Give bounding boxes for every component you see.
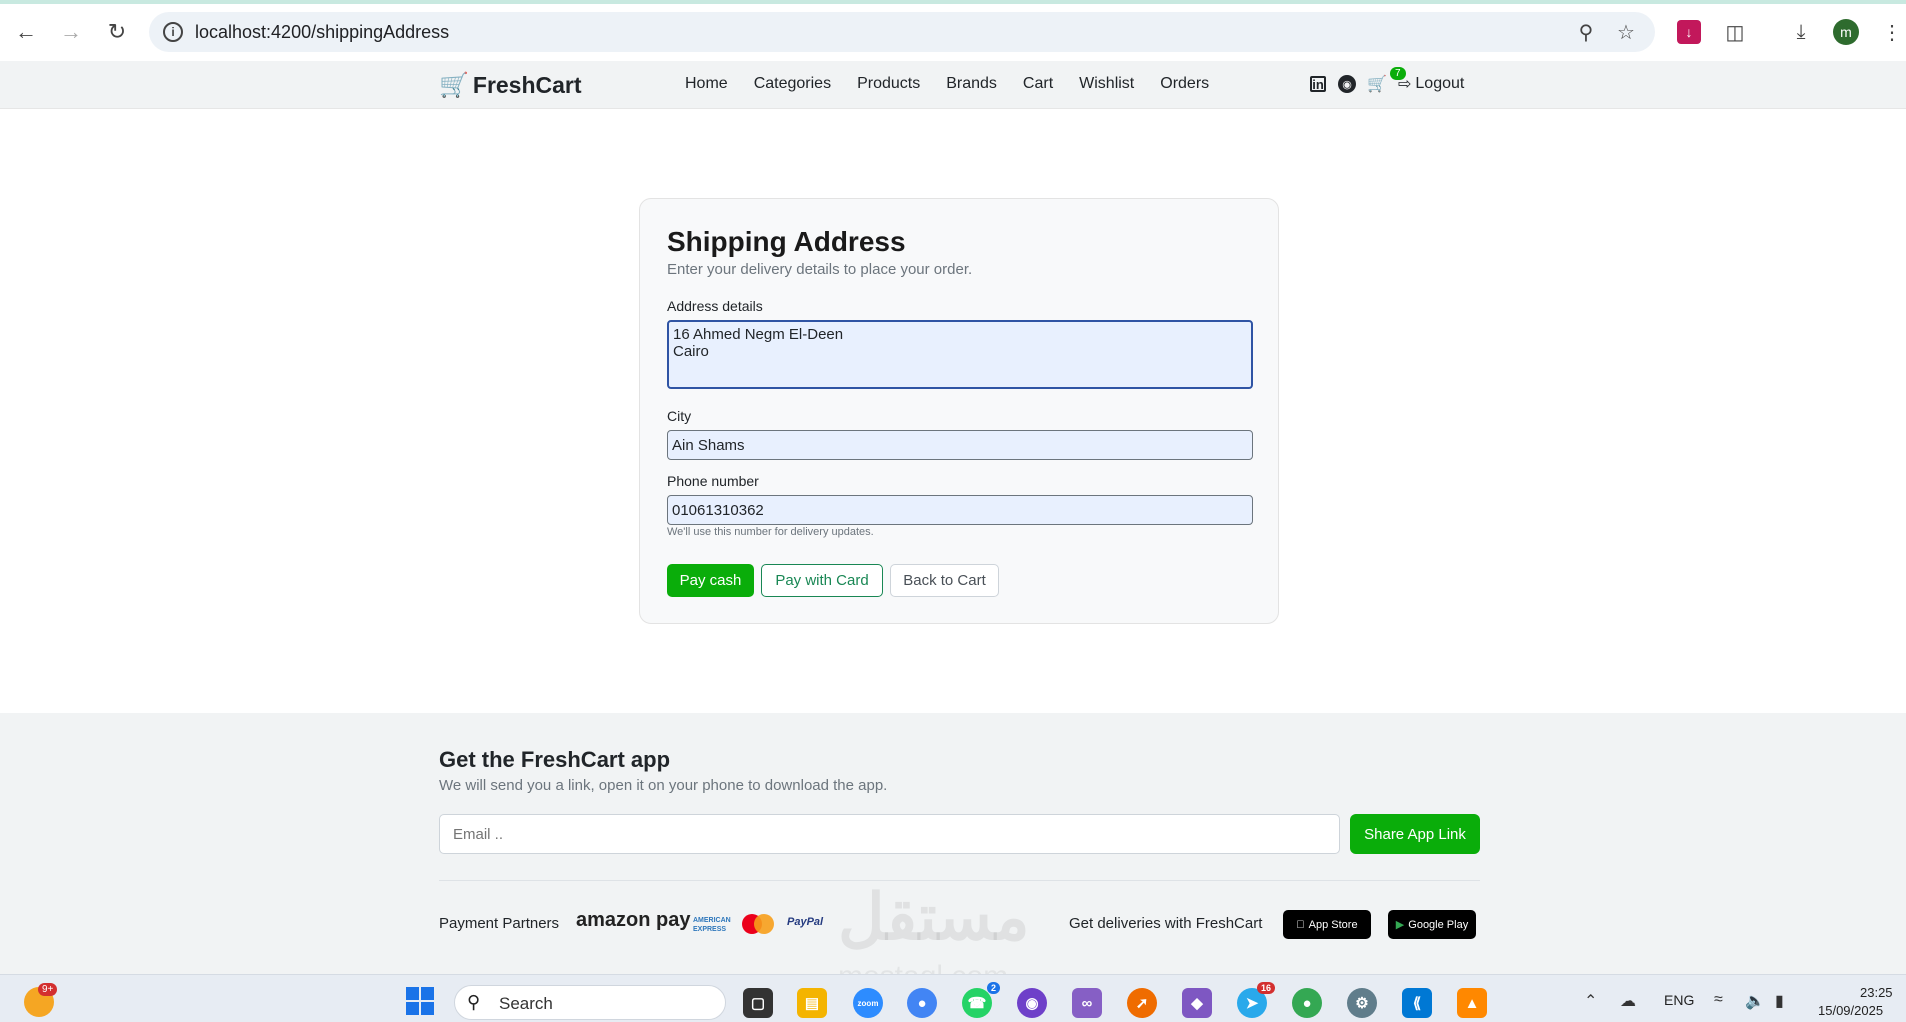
whatsapp-badge: 2 [986, 982, 1000, 994]
tab-strip-edge [0, 0, 1906, 4]
onedrive-icon[interactable]: ☁ [1620, 991, 1636, 1011]
shipping-address-card: Shipping Address Enter your delivery det… [639, 198, 1279, 624]
file-explorer-icon[interactable]: ▤ [797, 988, 827, 1018]
profile-avatar[interactable]: m [1833, 19, 1859, 45]
logout-label: Logout [1415, 75, 1465, 92]
github-desktop-icon[interactable]: ◉ [1017, 988, 1047, 1018]
play-icon: ▶ [1395, 919, 1405, 931]
search-icon: ⚲ [467, 992, 481, 1012]
downloads-icon[interactable]: ⤓ [1789, 20, 1813, 44]
reload-icon[interactable]: ↻ [103, 18, 131, 46]
browser-chrome: ← → ↻ i localhost:4200/shippingAddress ⚲… [0, 0, 1906, 61]
telegram-icon[interactable]: ➤ 16 [1237, 982, 1275, 1018]
app-navbar: 🛒 FreshCart Home Categories Products Bra… [0, 61, 1906, 109]
nav-link-home[interactable]: Home [685, 75, 728, 93]
brand-name: FreshCart [472, 72, 582, 98]
nav-link-categories[interactable]: Categories [754, 75, 831, 93]
whatsapp-icon[interactable]: ☎ 2 [962, 982, 1000, 1018]
amazon-pay-logo: amazon pay [576, 909, 691, 931]
watermark: مستقل [838, 881, 1030, 953]
zoom-app-icon[interactable]: zoom [853, 988, 883, 1018]
telegram-badge: 16 [1256, 982, 1275, 994]
footer-subtitle: We will send you a link, open it on your… [439, 777, 888, 794]
back-to-cart-button[interactable]: Back to Cart [890, 564, 999, 597]
menu-dots-icon[interactable]: ⋮ [1880, 20, 1904, 44]
address-textarea[interactable]: 16 Ahmed Negm El-Deen Cairo [667, 320, 1253, 389]
obsidian-icon[interactable]: ◆ [1182, 988, 1212, 1018]
nav-right: in ◉ 🛒 ⇨ Logout [1310, 74, 1464, 94]
share-app-link-button[interactable]: Share App Link [1350, 814, 1480, 854]
pay-with-card-button[interactable]: Pay with Card [761, 564, 883, 597]
nav-link-brands[interactable]: Brands [946, 75, 997, 93]
chrome-profile-icon[interactable]: ● [1292, 988, 1322, 1018]
footer-title: Get the FreshCart app [439, 747, 671, 772]
city-input[interactable] [667, 430, 1253, 460]
language-indicator[interactable]: ENG [1664, 992, 1694, 1008]
amex-logo: AMERICAN EXPRESS [693, 917, 731, 933]
url-text[interactable]: localhost:4200/shippingAddress [195, 22, 449, 43]
postman-icon[interactable]: ➚ [1127, 988, 1157, 1018]
app-store-badge[interactable]:  App Store [1283, 910, 1371, 939]
task-view-icon[interactable]: ▢ [743, 988, 773, 1018]
taskbar: 9+ ⚲ Search ▢ ▤ zoom ● ☎ 2 ◉ ∞ ➚ ◆ ➤ 16 ● … [0, 974, 1906, 1022]
clock-time[interactable]: 23:25 [1860, 985, 1893, 1000]
page-title: Shipping Address [667, 226, 906, 257]
site-info-icon[interactable]: i [163, 22, 183, 42]
tray-chevron-up-icon[interactable]: ⌃ [1584, 991, 1597, 1011]
bookmark-star-icon[interactable]: ☆ [1614, 20, 1638, 44]
email-input[interactable] [439, 814, 1340, 854]
address-bar[interactable]: i localhost:4200/shippingAddress [149, 12, 1655, 52]
taskbar-search-label: Search [499, 994, 553, 1013]
vscode-icon[interactable]: ⟪ [1402, 988, 1432, 1018]
linkedin-icon[interactable]: in [1310, 76, 1326, 92]
paypal-logo: PayPal [787, 916, 824, 928]
google-play-badge[interactable]: ▶ Google Play [1388, 910, 1476, 939]
payment-partners-label: Payment Partners [439, 915, 560, 932]
visual-studio-icon[interactable]: ∞ [1072, 988, 1102, 1018]
weather-badge: 9+ [38, 983, 58, 996]
cart-icon[interactable]: 🛒 [1367, 75, 1387, 93]
city-label: City [667, 408, 692, 424]
chrome-icon[interactable]: ● [907, 988, 937, 1018]
forward-icon[interactable]: → [57, 18, 85, 46]
taskbar-search[interactable]: ⚲ Search [454, 985, 726, 1020]
nav-links: Home Categories Products Brands Cart Wis… [685, 75, 1235, 93]
phone-label: Phone number [667, 473, 759, 489]
brand-logo[interactable]: 🛒 FreshCart [439, 71, 582, 100]
vlc-icon[interactable]: ▲ [1457, 988, 1487, 1018]
nav-link-products[interactable]: Products [857, 75, 920, 93]
cart-count-badge: 7 [1390, 67, 1406, 80]
mastercard-logo [742, 914, 774, 934]
address-label: Address details [667, 298, 763, 314]
clock-date[interactable]: 15/09/2025 [1818, 1003, 1883, 1018]
settings-gear-icon[interactable]: ⚙ [1347, 988, 1377, 1018]
get-deliveries-label: Get deliveries with FreshCart [1069, 915, 1263, 932]
phone-input[interactable] [667, 495, 1253, 525]
nav-link-wishlist[interactable]: Wishlist [1079, 75, 1134, 93]
battery-icon[interactable]: ▮ [1775, 991, 1784, 1011]
back-icon[interactable]: ← [12, 18, 40, 46]
phone-hint: We'll use this number for delivery updat… [667, 526, 874, 538]
wifi-icon[interactable]: ≈ [1714, 991, 1723, 1009]
page-subtitle: Enter your delivery details to place you… [667, 261, 973, 278]
pay-cash-button[interactable]: Pay cash [667, 564, 754, 597]
github-icon[interactable]: ◉ [1338, 75, 1356, 93]
windows-start-icon[interactable] [406, 987, 434, 1015]
nav-link-cart[interactable]: Cart [1023, 75, 1053, 93]
nav-link-orders[interactable]: Orders [1160, 75, 1209, 93]
extensions-icon[interactable]: ◫ [1723, 20, 1747, 44]
zoom-icon[interactable]: ⚲ [1574, 20, 1598, 44]
cart-logo-icon: 🛒 [439, 72, 469, 99]
download-extension-icon[interactable]: ↓ [1677, 20, 1701, 44]
volume-icon[interactable]: 🔈 [1745, 991, 1765, 1011]
logout-link[interactable]: ⇨ Logout [1398, 74, 1464, 94]
apple-icon:  [1296, 919, 1304, 931]
